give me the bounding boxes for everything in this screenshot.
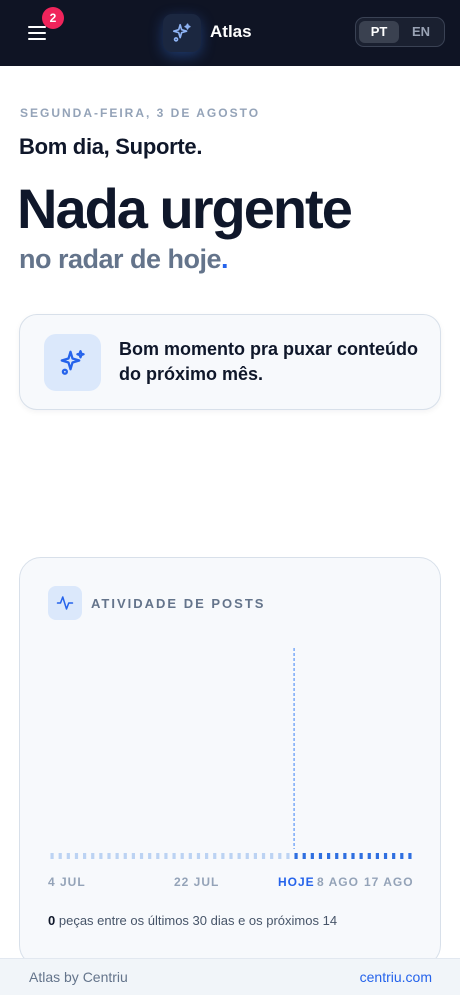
activity-bar: [83, 853, 87, 859]
activity-bar: [221, 853, 225, 859]
activity-bar: [327, 853, 331, 859]
language-option-pt[interactable]: PT: [359, 21, 399, 43]
activity-bar: [408, 853, 412, 859]
activity-bar: [139, 853, 144, 859]
activity-bar: [261, 853, 266, 859]
activity-bar: [270, 853, 274, 859]
activity-bar: [383, 853, 388, 859]
headline: Nada urgente: [17, 177, 353, 240]
activity-bar: [156, 853, 160, 859]
subline: no radar de hoje.: [19, 244, 229, 275]
sparkles-icon: [44, 334, 101, 391]
activity-bar: [205, 853, 209, 859]
summary-count: 0: [48, 913, 56, 928]
hamburger-icon-line: [28, 32, 46, 34]
brand-name: Atlas: [210, 22, 252, 41]
x-tick-label: 17 AGO: [364, 875, 414, 889]
activity-bar: [392, 853, 396, 859]
activity-bar: [310, 853, 314, 859]
activity-bar: [245, 853, 249, 859]
hamburger-icon-line: [28, 26, 46, 28]
pulse-icon: [48, 586, 82, 620]
activity-bar: [375, 853, 379, 859]
subline-text: no radar de hoje: [19, 244, 222, 274]
x-tick-label: 22 JUL: [174, 875, 220, 889]
tip-card: Bom momento pra puxar conteúdo do próxim…: [19, 314, 441, 410]
sparkles-icon: [163, 14, 201, 52]
activity-bar: [237, 853, 241, 859]
footer-credit: Atlas by Centriu: [29, 969, 128, 985]
activity-bar: [74, 853, 79, 859]
subline-dot: .: [221, 244, 229, 274]
greeting-text: Bom dia, Suporte.: [19, 134, 203, 159]
activity-bar: [131, 853, 135, 859]
activity-bar: [148, 853, 152, 859]
activity-bar: [172, 853, 176, 859]
activity-bar: [66, 853, 70, 859]
x-tick-label: 8 AGO: [317, 875, 359, 889]
footer-link[interactable]: centriu.com: [360, 969, 432, 985]
activity-bar: [107, 853, 111, 859]
activity-bar: [343, 853, 347, 859]
activity-bar: [196, 853, 201, 859]
activity-bar: [253, 853, 257, 859]
x-tick-label: 4 JUL: [48, 875, 86, 889]
notification-badge: 2: [42, 7, 64, 29]
activity-bar: [318, 853, 323, 859]
x-tick-today: HOJE: [278, 875, 315, 889]
activity-bar: [302, 853, 306, 859]
activity-bar: [123, 853, 127, 859]
activity-bar: [91, 853, 95, 859]
activity-bar: [164, 853, 168, 859]
activity-bar: [99, 853, 103, 859]
date-label: SEGUNDA-FEIRA, 3 DE AGOSTO: [20, 106, 261, 120]
activity-bar: [213, 853, 217, 859]
activity-chart: [50, 648, 412, 859]
language-switcher: PT EN: [355, 17, 445, 47]
activity-bar: [188, 853, 192, 859]
footer: Atlas by Centriu centriu.com: [0, 958, 460, 995]
activity-bar: [115, 853, 119, 859]
activity-bar: [278, 853, 282, 859]
hamburger-icon-line: [28, 38, 46, 40]
language-option-en[interactable]: EN: [401, 21, 441, 43]
tip-text: Bom momento pra puxar conteúdo do próxim…: [119, 339, 419, 384]
activity-bar: [294, 853, 298, 859]
summary-text: peças entre os últimos 30 dias e os próx…: [58, 913, 338, 928]
activity-bar: [400, 853, 404, 859]
activity-bar: [229, 853, 233, 859]
activity-bar: [58, 853, 62, 859]
activity-bar: [286, 853, 290, 859]
activity-bar: [335, 853, 339, 859]
activity-bar: [367, 853, 371, 859]
activity-bar: [50, 853, 54, 859]
activity-bar: [359, 853, 363, 859]
activity-summary: 0 peças entre os últimos 30 dias e os pr…: [48, 913, 337, 928]
activity-title: ATIVIDADE DE POSTS: [91, 596, 266, 611]
activity-card: ATIVIDADE DE POSTS 4 JUL 22 JUL HOJE 8 A…: [19, 557, 441, 967]
top-bar: 2 Atlas PT EN: [0, 0, 460, 66]
activity-bar: [351, 853, 355, 859]
activity-bar: [180, 853, 184, 859]
